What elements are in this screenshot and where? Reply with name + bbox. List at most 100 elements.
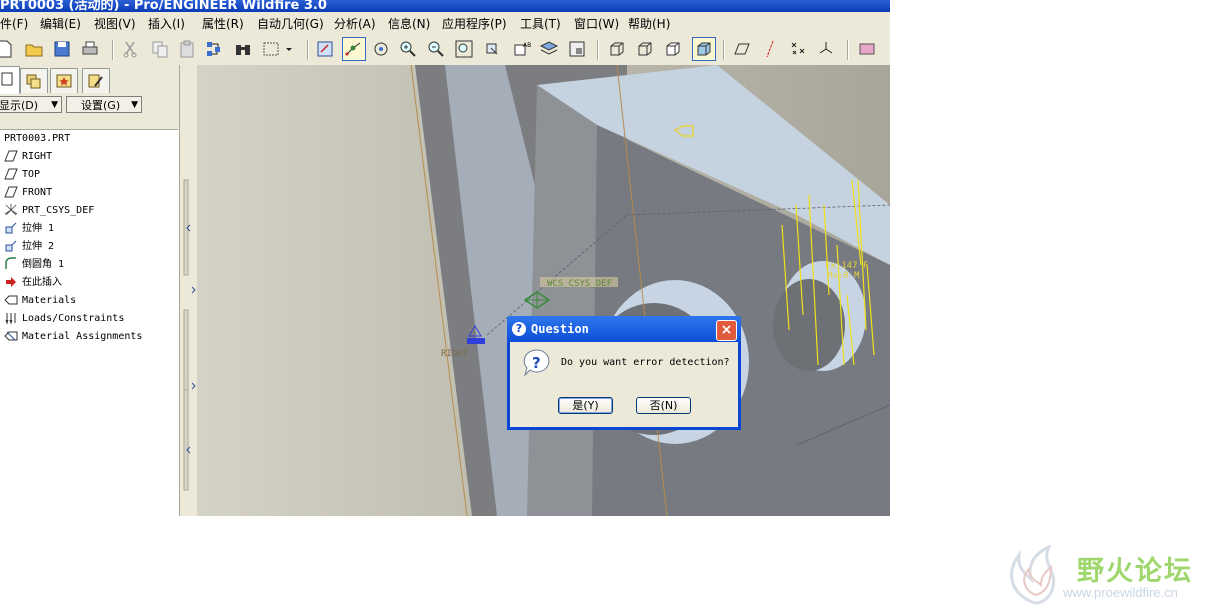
tree-item-label: 在此插入 (22, 277, 62, 288)
paste-icon[interactable] (177, 39, 197, 59)
zoom-in-icon[interactable] (398, 39, 418, 59)
zoom-out-icon[interactable] (426, 39, 446, 59)
wireframe-icon[interactable] (607, 39, 627, 59)
tree-item-loads[interactable]: Loads/Constraints (4, 310, 124, 328)
settings-dropdown[interactable]: 设置(G) ▼ (66, 96, 142, 113)
tree-item-right[interactable]: RIGHT (4, 148, 52, 166)
show-dropdown-label: 显示(D) (0, 99, 39, 112)
menu-tools[interactable]: 工具(T) (520, 15, 561, 32)
materials-icon (4, 293, 18, 307)
menu-edit[interactable]: 编辑(E) (40, 15, 81, 32)
coordinate-system-icon (4, 203, 18, 217)
view-manager-icon[interactable] (567, 39, 587, 59)
favorites-icon (56, 74, 72, 88)
appearance-icon[interactable] (857, 39, 877, 59)
menu-applications[interactable]: 应用程序(P) (442, 15, 507, 32)
model-tree-icon (1, 72, 13, 86)
close-icon: × (720, 322, 733, 338)
tree-item-material-assignments[interactable]: Material Assignments (4, 328, 142, 346)
watermark-url: www.proewildfire.cn (1063, 585, 1178, 600)
tree-item-label: Materials (22, 295, 77, 306)
model-tree-tab[interactable] (0, 66, 20, 94)
tree-item-label: 拉伸 2 (22, 241, 55, 252)
connections-icon (88, 74, 103, 88)
spin-center-icon[interactable] (342, 37, 366, 61)
menu-view[interactable]: 视图(V) (94, 15, 136, 32)
tree-item-label: RIGHT (22, 151, 53, 162)
svg-text:?: ? (532, 354, 541, 372)
tree-item-extrude-2[interactable]: 拉伸 2 (4, 238, 54, 256)
cut-icon[interactable] (120, 39, 140, 59)
orient-mode-icon[interactable] (371, 39, 391, 59)
tree-item-insert-here[interactable]: 在此插入 (4, 274, 62, 292)
repaint-icon[interactable] (315, 39, 335, 59)
menu-help[interactable]: 帮助(H) (628, 15, 670, 32)
toolbar-separator (112, 40, 114, 60)
hidden-line-icon[interactable] (635, 39, 655, 59)
shading-icon[interactable] (692, 37, 716, 61)
dialog-body: ? Do you want error detection? 是(Y) 否(N) (510, 342, 738, 427)
menu-properties[interactable]: 属性(R) (202, 15, 244, 32)
dialog-title: Question (531, 322, 589, 336)
menu-analysis[interactable]: 分析(A) (334, 15, 376, 32)
navigator-panel: 显示(D) ▼ 设置(G) ▼ PRT0003.PRT RIGHT TOP FRON… (0, 65, 180, 516)
tree-column-header[interactable] (0, 117, 178, 130)
save-icon[interactable] (52, 39, 72, 59)
connections-tab[interactable] (82, 68, 110, 93)
copy-icon[interactable] (150, 39, 170, 59)
show-dropdown[interactable]: 显示(D) ▼ (0, 96, 62, 113)
dialog-title-bar[interactable]: ? Question × (507, 316, 741, 342)
tree-item-label: 拉伸 1 (22, 223, 55, 234)
graphics-viewport[interactable]: WCS_CSYS_DEF RIGHT Fx:147 F Mx:0 M (197, 65, 890, 516)
print-icon[interactable] (80, 39, 100, 59)
menu-auto-geometry[interactable]: 自动几何(G) (257, 15, 324, 32)
datum-axes-icon[interactable] (760, 39, 780, 59)
chevron-down-icon: ▼ (51, 100, 58, 110)
find-binoculars-icon[interactable] (233, 39, 253, 59)
menu-insert[interactable]: 插入(I) (148, 15, 185, 32)
favorites-tab[interactable] (50, 68, 78, 93)
folder-browser-tab[interactable] (20, 68, 48, 93)
new-file-icon[interactable] (0, 39, 14, 59)
toolbar-separator (307, 40, 309, 60)
tree-item-csys[interactable]: PRT_CSYS_DEF (4, 202, 94, 220)
right-plane-label: RIGHT (441, 349, 469, 359)
tree-item-top[interactable]: TOP (4, 166, 40, 184)
extrude-icon (4, 239, 18, 253)
constraint-marker-icon (467, 338, 485, 344)
tree-item-front[interactable]: FRONT (4, 184, 52, 202)
datum-planes-icon[interactable] (732, 39, 752, 59)
no-hidden-icon[interactable] (663, 39, 683, 59)
yes-button[interactable]: 是(Y) (558, 397, 613, 414)
tree-item-label: PRT_CSYS_DEF (22, 205, 95, 216)
dropdown-arrow-icon[interactable] (284, 39, 294, 59)
csys-icon[interactable] (816, 39, 836, 59)
extrude-icon (4, 221, 18, 235)
reorient-icon[interactable] (482, 39, 502, 59)
tree-item-extrude-1[interactable]: 拉伸 1 (4, 220, 54, 238)
tree-item-round-1[interactable]: 倒圆角 1 (4, 256, 64, 274)
tree-item-part[interactable]: PRT0003.PRT (4, 130, 70, 148)
datum-points-icon[interactable] (788, 39, 808, 59)
dialog-close-button[interactable]: × (716, 320, 737, 341)
menu-window[interactable]: 窗口(W) (574, 15, 619, 32)
datum-plane-icon (4, 167, 18, 181)
layers-icon[interactable] (539, 39, 559, 59)
menu-file[interactable]: 件(F) (0, 15, 28, 32)
no-button[interactable]: 否(N) (636, 397, 691, 414)
window-title: PRT0003 (活动的) - Pro/ENGINEER Wildfire 3.… (0, 0, 327, 12)
open-folder-icon[interactable] (24, 39, 44, 59)
saved-views-icon[interactable]: AB (511, 39, 531, 59)
toolbar-separator (847, 40, 849, 60)
panel-splitter[interactable] (179, 65, 198, 516)
select-box-icon[interactable] (261, 39, 281, 59)
flame-logo-icon (1010, 545, 1056, 605)
refit-icon[interactable] (454, 39, 474, 59)
regenerate-icon[interactable] (204, 39, 224, 59)
tree-item-materials[interactable]: Materials (4, 292, 76, 310)
question-dialog: ? Question × ? Do you want error detecti… (507, 316, 741, 430)
question-icon: ? (512, 322, 526, 336)
toolbar-separator (723, 40, 725, 60)
tree-item-label: TOP (22, 169, 41, 180)
menu-info[interactable]: 信息(N) (388, 15, 430, 32)
